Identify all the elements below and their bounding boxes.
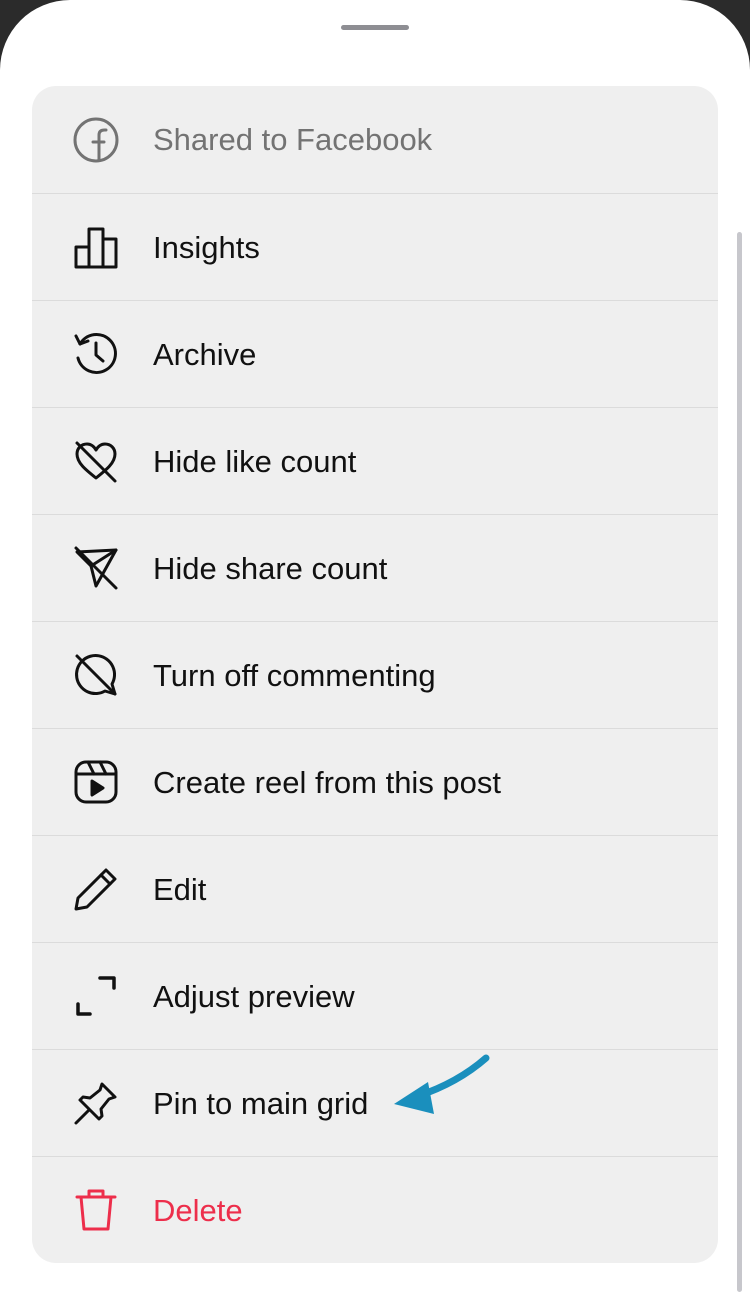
- menu-item-hide-share-count[interactable]: Hide share count: [32, 514, 718, 621]
- menu-item-label: Hide like count: [153, 444, 357, 479]
- archive-history-icon: [72, 330, 120, 378]
- menu-item-delete[interactable]: Delete: [32, 1156, 718, 1263]
- menu-item-label: Insights: [153, 230, 260, 265]
- menu-item-shared-to-facebook[interactable]: Shared to Facebook: [32, 86, 718, 193]
- menu-item-create-reel[interactable]: Create reel from this post: [32, 728, 718, 835]
- bottom-sheet: Shared to Facebook Insights Archive Hide…: [0, 0, 750, 1296]
- menu-item-insights[interactable]: Insights: [32, 193, 718, 300]
- share-off-icon: [72, 544, 120, 592]
- arrow-annotation-icon: [394, 1054, 490, 1114]
- menu-item-pin-to-main-grid[interactable]: Pin to main grid: [32, 1049, 718, 1156]
- bar-chart-icon: [72, 223, 120, 271]
- menu-item-label: Shared to Facebook: [153, 122, 433, 157]
- menu-item-label: Delete: [153, 1193, 243, 1228]
- menu-item-label: Adjust preview: [153, 979, 355, 1014]
- sheet-grabber[interactable]: [341, 25, 409, 30]
- scrollbar[interactable]: [737, 232, 742, 1292]
- menu-item-hide-like-count[interactable]: Hide like count: [32, 407, 718, 514]
- post-options-menu: Shared to Facebook Insights Archive Hide…: [32, 86, 718, 1263]
- expand-icon: [72, 972, 120, 1020]
- comment-off-icon: [72, 651, 120, 699]
- pencil-icon: [72, 865, 120, 913]
- menu-item-label: Turn off commenting: [153, 658, 436, 693]
- menu-item-label: Archive: [153, 337, 257, 372]
- trash-icon: [72, 1186, 120, 1234]
- facebook-icon: [72, 116, 120, 164]
- heart-off-icon: [72, 437, 120, 485]
- menu-item-adjust-preview[interactable]: Adjust preview: [32, 942, 718, 1049]
- menu-item-turn-off-commenting[interactable]: Turn off commenting: [32, 621, 718, 728]
- menu-item-label: Pin to main grid: [153, 1086, 369, 1121]
- menu-item-label: Create reel from this post: [153, 765, 502, 800]
- pin-icon: [72, 1079, 120, 1127]
- menu-item-label: Edit: [153, 872, 207, 907]
- reel-icon: [72, 758, 120, 806]
- menu-item-archive[interactable]: Archive: [32, 300, 718, 407]
- menu-item-label: Hide share count: [153, 551, 388, 586]
- menu-item-edit[interactable]: Edit: [32, 835, 718, 942]
